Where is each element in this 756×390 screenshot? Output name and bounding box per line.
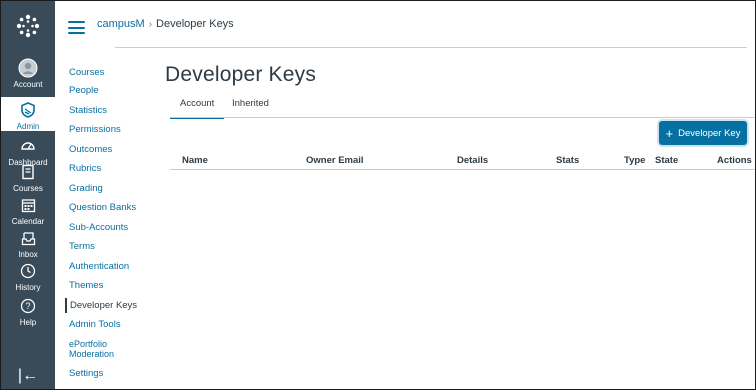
subnav-admin-tools[interactable]: Admin Tools: [65, 319, 147, 330]
column-header-details[interactable]: Details: [457, 155, 488, 166]
column-header-actions[interactable]: Actions: [717, 155, 752, 166]
book-icon: [17, 161, 39, 183]
breadcrumb-separator: ›: [148, 18, 153, 30]
nav-courses-label: Courses: [13, 184, 43, 193]
subnav-terms[interactable]: Terms: [65, 241, 147, 252]
clock-icon: [17, 260, 39, 282]
subnav-question-banks[interactable]: Question Banks: [65, 202, 147, 213]
collapse-nav-button[interactable]: |←: [1, 361, 55, 389]
nav-admin-label: Admin: [16, 122, 40, 131]
subnav-sub-accounts[interactable]: Sub-Accounts: [65, 222, 147, 233]
subnav-developer-keys[interactable]: Developer Keys: [65, 298, 147, 313]
column-header-name[interactable]: Name: [182, 155, 208, 166]
nav-account[interactable]: Account: [1, 57, 55, 101]
developer-keys-table-header: Name Owner Email Details Stats Type Stat…: [170, 152, 755, 170]
subnav-rubrics[interactable]: Rubrics: [65, 163, 147, 174]
tabs-divider: [170, 117, 755, 118]
subnav-grading[interactable]: Grading: [65, 183, 147, 194]
subnav-themes[interactable]: Themes: [65, 280, 147, 291]
breadcrumb-root-link[interactable]: campusM: [97, 18, 145, 30]
page-title: Developer Keys: [165, 63, 317, 86]
dashboard-icon: [17, 135, 39, 157]
column-header-stats[interactable]: Stats: [556, 155, 579, 166]
subnav-courses[interactable]: Courses: [65, 67, 147, 78]
page-header: campusM › Developer Keys: [55, 1, 755, 53]
global-nav: Account Admin Dashboard Courses Calendar: [1, 1, 55, 389]
hamburger-menu-icon[interactable]: [68, 21, 85, 34]
app-window: Account Admin Dashboard Courses Calendar: [0, 0, 756, 390]
tab-inherited[interactable]: Inherited: [222, 95, 279, 117]
help-icon: ?: [17, 295, 39, 317]
collapse-icon: |←: [17, 367, 39, 384]
nav-help-label: Help: [19, 318, 37, 327]
shield-icon: [17, 99, 39, 121]
breadcrumb-current: Developer Keys: [156, 18, 234, 30]
column-header-state[interactable]: State: [655, 155, 678, 166]
add-developer-key-button[interactable]: + Developer Key: [659, 121, 747, 145]
column-header-owner-email[interactable]: Owner Email: [306, 155, 364, 166]
plus-icon: +: [665, 125, 674, 141]
tab-account[interactable]: Account: [170, 95, 225, 119]
subnav-statistics[interactable]: Statistics: [65, 105, 147, 116]
subnav-settings[interactable]: Settings: [65, 368, 147, 379]
subnav-moderation[interactable]: Moderation: [65, 349, 147, 360]
calendar-icon: [17, 194, 39, 216]
svg-text:?: ?: [25, 301, 30, 311]
avatar-icon: [17, 57, 39, 79]
nav-help[interactable]: ? Help: [1, 295, 55, 339]
add-developer-key-label: Developer Key: [678, 127, 741, 139]
subnav-authentication[interactable]: Authentication: [65, 261, 147, 272]
nav-admin[interactable]: Admin: [1, 97, 55, 131]
column-header-type[interactable]: Type: [624, 155, 645, 166]
nav-account-label: Account: [13, 80, 43, 89]
nav-inbox-label: Inbox: [18, 250, 38, 259]
header-divider: [115, 47, 747, 48]
canvas-logo-icon[interactable]: [1, 1, 55, 51]
inbox-icon: [17, 227, 39, 249]
nav-history-label: History: [15, 283, 41, 292]
subnav-outcomes[interactable]: Outcomes: [65, 144, 147, 155]
nav-calendar-label: Calendar: [11, 217, 45, 226]
breadcrumb: campusM › Developer Keys: [97, 18, 234, 30]
subnav-permissions[interactable]: Permissions: [65, 124, 147, 135]
subnav-people[interactable]: People: [65, 85, 147, 96]
